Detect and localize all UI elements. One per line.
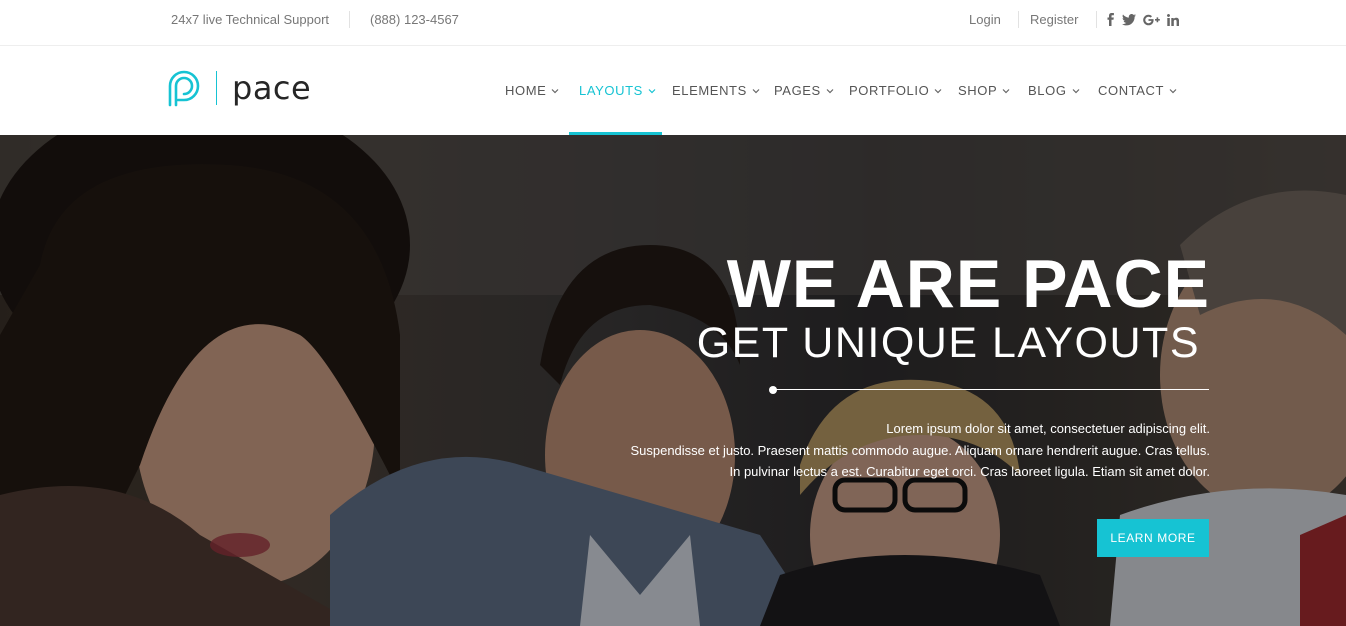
hero-divider-line (773, 389, 1209, 390)
register-link[interactable]: Register (1030, 12, 1078, 28)
hero-description: Lorem ipsum dolor sit amet, consectetuer… (590, 418, 1210, 483)
nav-label: SHOP (958, 83, 998, 98)
linkedin-icon[interactable] (1167, 13, 1179, 26)
hero-subtitle: GET UNIQUE LAYOUTS (696, 319, 1200, 367)
social-links (1106, 11, 1179, 28)
nav-item-layouts[interactable]: LAYOUTS (579, 46, 656, 135)
logo-text: pace (232, 69, 312, 107)
hero-text-line: Suspendisse et justo. Praesent mattis co… (630, 442, 1210, 458)
nav-label: PAGES (774, 83, 821, 98)
chevron-down-icon (752, 88, 760, 93)
facebook-icon[interactable] (1106, 13, 1115, 26)
chevron-down-icon (1072, 88, 1079, 93)
chevron-down-icon (826, 88, 834, 93)
nav-item-blog[interactable]: BLOG (1028, 46, 1080, 135)
pace-logo-icon (168, 70, 200, 107)
topbar-divider (1018, 11, 1019, 28)
topbar-divider (1096, 11, 1097, 28)
support-text: 24x7 live Technical Support (171, 12, 330, 27)
nav-label: ELEMENTS (672, 83, 747, 98)
nav-label: BLOG (1028, 83, 1067, 98)
nav-label: LAYOUTS (579, 83, 643, 98)
chevron-down-icon (648, 88, 656, 93)
hero-text-line: In pulvinar lectus a est. Curabitur eget… (729, 464, 1211, 479)
nav-item-shop[interactable]: SHOP (958, 46, 1010, 135)
nav-item-contact[interactable]: CONTACT (1098, 46, 1177, 135)
topbar-divider (349, 11, 350, 28)
nav-label: HOME (505, 83, 547, 98)
top-bar: 24x7 live Technical Support (888) 123-45… (0, 0, 1346, 46)
chevron-down-icon (1169, 88, 1177, 93)
main-header: pace HOME LAYOUTS ELEMENTS PAGES PORTFOL… (0, 46, 1346, 135)
hero-title: WE ARE PACE (726, 246, 1210, 322)
nav-item-home[interactable]: HOME (505, 46, 559, 135)
chevron-down-icon (551, 88, 559, 93)
hero-slider: WE ARE PACE GET UNIQUE LAYOUTS Lorem ips… (0, 135, 1346, 626)
hero-text-line: Lorem ipsum dolor sit amet, consectetuer… (886, 421, 1210, 436)
phone-number: (888) 123-4567 (370, 12, 459, 27)
nav-item-elements[interactable]: ELEMENTS (672, 46, 760, 135)
learn-more-button[interactable]: LEARN MORE (1097, 519, 1209, 557)
site-logo[interactable]: pace (166, 68, 311, 108)
twitter-icon[interactable] (1122, 13, 1136, 26)
nav-item-portfolio[interactable]: PORTFOLIO (849, 46, 942, 135)
nav-label: PORTFOLIO (849, 83, 930, 98)
nav-item-pages[interactable]: PAGES (774, 46, 834, 135)
login-link[interactable]: Login (969, 12, 1001, 28)
hero-divider-dot (769, 386, 777, 394)
logo-divider (216, 71, 217, 105)
chevron-down-icon (934, 88, 942, 93)
nav-label: CONTACT (1098, 83, 1165, 98)
chevron-down-icon (1002, 88, 1010, 93)
google-plus-icon[interactable] (1143, 14, 1160, 26)
